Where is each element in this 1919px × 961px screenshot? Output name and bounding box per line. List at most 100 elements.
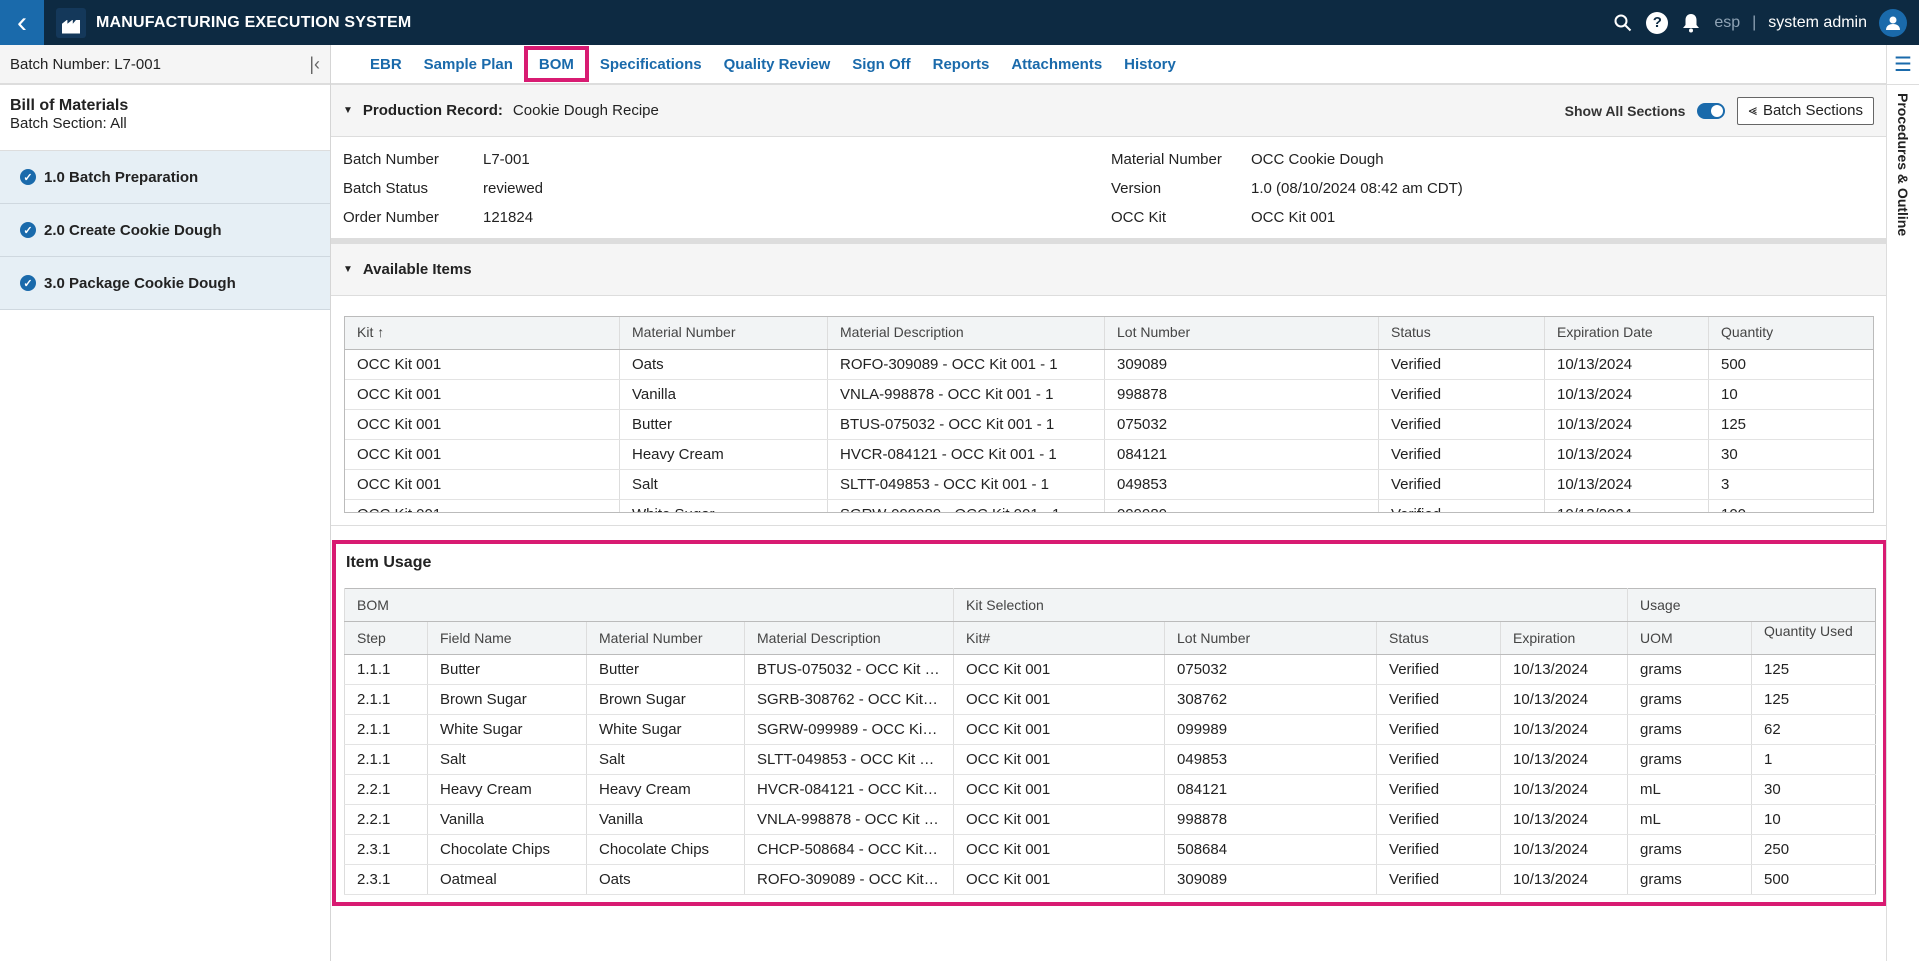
table-cell: Chocolate Chips <box>427 834 587 865</box>
sidebar-item[interactable]: ✓ 2.0 Create Cookie Dough <box>0 204 330 257</box>
available-items-table: Kit ↑ Material Number Material Description… <box>345 317 1873 512</box>
table-row[interactable]: OCC Kit 001 Oats ROFO-309089 - OCC Kit 001… <box>345 349 1873 380</box>
table-cell: mL <box>1627 774 1752 805</box>
column-header[interactable]: UOM <box>1627 621 1752 655</box>
table-row[interactable]: OCC Kit 001 Vanilla VNLA-998878 - OCC Kit … <box>345 379 1873 410</box>
column-header[interactable]: Expiration <box>1500 621 1628 655</box>
table-cell: 998878 <box>1164 804 1377 835</box>
column-header[interactable]: Material Description <box>743 621 954 655</box>
table-cell: White Sugar <box>427 714 587 745</box>
table-cell: 10/13/2024 <box>1544 469 1709 500</box>
column-header[interactable]: Field Name <box>427 621 587 655</box>
table-cell: 1 <box>1751 744 1876 775</box>
item-usage-title: Item Usage <box>346 554 432 571</box>
table-cell: Oatmeal <box>427 864 587 895</box>
column-header[interactable]: Kit# <box>953 621 1165 655</box>
column-header[interactable]: Status <box>1378 317 1545 350</box>
procedures-outline-label[interactable]: Procedures & Outline <box>1895 93 1911 236</box>
column-header[interactable]: Material Description <box>827 317 1105 350</box>
procedures-outline-rail[interactable]: ☰ Procedures & Outline <box>1886 45 1919 961</box>
info-label: Batch Number <box>343 151 439 168</box>
table-cell: BTUS-075032 - OCC Kit 001 - 1 <box>827 409 1105 440</box>
tab-attachments[interactable]: Attachments <box>1000 46 1113 82</box>
tab-ebr[interactable]: EBR <box>359 46 413 82</box>
table-row[interactable]: OCC Kit 001 Salt SLTT-049853 - OCC Kit 001… <box>345 469 1873 500</box>
batch-sections-button[interactable]: ⪡ Batch Sections <box>1737 96 1874 125</box>
available-items-scroll[interactable]: Kit ↑ Material Number Material Description… <box>344 316 1874 513</box>
menu-lines-icon[interactable]: ☰ <box>1887 45 1919 85</box>
search-icon[interactable] <box>1612 12 1634 34</box>
tab-quality-review[interactable]: Quality Review <box>713 46 842 82</box>
sidebar-item[interactable]: ✓ 1.0 Batch Preparation <box>0 151 330 204</box>
table-row[interactable]: 2.2.1 Heavy Cream Heavy Cream HVCR-084121 -… <box>344 774 1876 805</box>
tab-sign-off[interactable]: Sign Off <box>841 46 921 82</box>
column-header[interactable]: Quantity <box>1708 317 1873 350</box>
sidebar-item[interactable]: ✓ 3.0 Package Cookie Dough <box>0 257 330 310</box>
check-circle-icon: ✓ <box>20 169 36 185</box>
table-cell: HVCR-084121 - OCC Kit 001 - 1 <box>743 774 954 805</box>
language-link[interactable]: esp <box>1714 14 1740 32</box>
table-cell: Chocolate Chips <box>586 834 745 865</box>
table-cell: Verified <box>1376 744 1501 775</box>
table-row[interactable]: 2.2.1 Vanilla Vanilla VNLA-998878 - OCC Kit… <box>344 804 1876 835</box>
share-icon: ⪡ <box>1748 102 1757 119</box>
info-label: Material Number <box>1111 151 1222 168</box>
table-cell: White Sugar <box>619 499 828 512</box>
table-cell: Butter <box>427 654 587 685</box>
column-header[interactable]: Kit ↑ <box>345 317 620 350</box>
info-row: OCC Kit OCC Kit 001 <box>1111 209 1335 226</box>
column-header[interactable]: Material Number <box>619 317 828 350</box>
column-header[interactable]: Lot Number <box>1164 621 1377 655</box>
table-cell: VNLA-998878 - OCC Kit 001 - 1 <box>743 804 954 835</box>
column-header[interactable]: Status <box>1376 621 1501 655</box>
table-cell: 10/13/2024 <box>1544 499 1709 512</box>
table-row[interactable]: 2.1.1 Salt Salt SLTT-049853 - OCC Kit 001 -… <box>344 744 1876 775</box>
user-avatar-icon[interactable] <box>1879 8 1907 37</box>
table-cell: 2.2.1 <box>344 774 428 805</box>
column-header[interactable]: Lot Number <box>1104 317 1379 350</box>
table-cell: Heavy Cream <box>427 774 587 805</box>
table-cell: BTUS-075032 - OCC Kit 001 - 1 <box>743 654 954 685</box>
table-row[interactable]: 2.1.1 Brown Sugar Brown Sugar SGRB-308762 -… <box>344 684 1876 715</box>
column-header[interactable]: Quantity Used <box>1751 621 1876 655</box>
table-row[interactable]: 1.1.1 Butter Butter BTUS-075032 - OCC Kit 0… <box>344 654 1876 685</box>
user-name[interactable]: system admin <box>1768 14 1867 32</box>
table-cell: OCC Kit 001 <box>953 684 1165 715</box>
table-cell: 10/13/2024 <box>1500 684 1628 715</box>
tab-specifications[interactable]: Specifications <box>589 46 713 82</box>
table-row[interactable]: 2.1.1 White Sugar White Sugar SGRW-099989 -… <box>344 714 1876 745</box>
collapse-sidebar-icon[interactable]: |‹ <box>309 54 320 75</box>
table-cell: mL <box>1627 804 1752 835</box>
table-row[interactable]: OCC Kit 001White SugarSGRW-099989 - OCC … <box>345 499 1873 512</box>
group-header: Usage <box>1627 588 1876 622</box>
column-header[interactable]: Step <box>344 621 428 655</box>
table-cell: Verified <box>1376 834 1501 865</box>
tab-reports[interactable]: Reports <box>922 46 1001 82</box>
table-cell: SGRB-308762 - OCC Kit 001 - 1 <box>743 684 954 715</box>
table-cell: OCC Kit 001 <box>953 654 1165 685</box>
column-header[interactable]: Expiration Date <box>1544 317 1709 350</box>
table-row[interactable]: OCC Kit 001 Heavy Cream HVCR-084121 - OCC … <box>345 439 1873 470</box>
collapse-triangle-icon[interactable]: ▼ <box>343 264 353 275</box>
table-cell: ROFO-309089 - OCC Kit 001 - 1 <box>743 864 954 895</box>
table-cell: Vanilla <box>586 804 745 835</box>
table-row[interactable]: 2.3.1 Chocolate Chips Chocolate Chips CHCP-… <box>344 834 1876 865</box>
table-cell: SGRW-099989 - OCC Kit 001 - 1 <box>827 499 1105 512</box>
tab-sample-plan[interactable]: Sample Plan <box>413 46 524 82</box>
show-all-sections-toggle[interactable] <box>1697 102 1726 119</box>
help-icon[interactable]: ? <box>1646 11 1669 34</box>
table-cell: Verified <box>1378 349 1545 380</box>
tab-history[interactable]: History <box>1113 46 1187 82</box>
header-row: Kit ↑ Material Number Material Description… <box>345 317 1873 350</box>
column-header[interactable]: Material Number <box>586 621 745 655</box>
table-row[interactable]: 2.3.1 Oatmeal Oats ROFO-309089 - OCC Kit 00… <box>344 864 1876 895</box>
table-cell: VNLA-998878 - OCC Kit 001 - 1 <box>827 379 1105 410</box>
table-cell: Salt <box>619 469 828 500</box>
bell-icon[interactable] <box>1680 12 1702 34</box>
table-cell: grams <box>1627 744 1752 775</box>
table-cell: grams <box>1627 654 1752 685</box>
table-row[interactable]: OCC Kit 001 Butter BTUS-075032 - OCC Kit 0… <box>345 409 1873 440</box>
collapse-triangle-icon[interactable]: ▼ <box>343 105 353 116</box>
back-chevron-icon[interactable]: ‹ <box>0 0 44 45</box>
tab-bom[interactable]: BOM <box>523 46 589 82</box>
